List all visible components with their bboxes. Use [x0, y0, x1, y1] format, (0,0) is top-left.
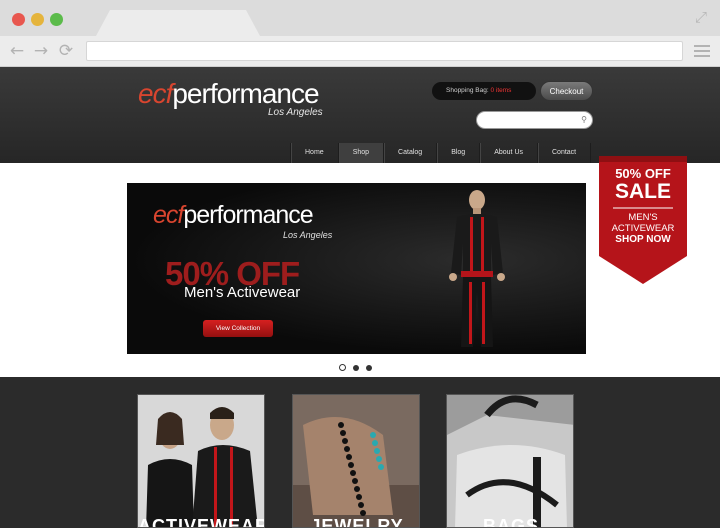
search-icon[interactable]: ⚲ [581, 115, 587, 124]
model-image [449, 190, 505, 347]
brand-name: performance [172, 78, 319, 109]
address-bar[interactable] [86, 41, 683, 61]
site-header: ecfperformance Los Angeles Shopping Bag:… [0, 67, 720, 163]
nav-item-blog[interactable]: Blog [436, 143, 479, 163]
bag-count: 0 items [490, 87, 512, 94]
bag-label: Shopping Bag: [446, 87, 489, 94]
nav-item-contact[interactable]: Contact [537, 143, 592, 163]
slider-location: Los Angeles [283, 230, 333, 240]
ribbon-shop-now[interactable]: SHOP NOW [599, 234, 687, 245]
search-input[interactable]: ⚲ [476, 111, 593, 129]
nav-item-shop[interactable]: Shop [337, 143, 384, 163]
nav-item-home[interactable]: Home [290, 143, 338, 163]
slider-subhead: Men's Activewear [184, 284, 301, 301]
slider-dot-2[interactable] [353, 365, 359, 371]
forward-arrow-icon[interactable]: → [32, 41, 50, 61]
slider-brand-name: performance [183, 201, 313, 229]
reload-icon[interactable]: ⟳ [57, 41, 75, 61]
back-arrow-icon[interactable]: ← [8, 41, 26, 61]
hero-slider[interactable]: ecfperformance Los Angeles 50% OFF Men's… [127, 183, 586, 354]
nav-item-catalog[interactable]: Catalog [383, 143, 436, 163]
category-label: BAGS [482, 516, 539, 528]
fullscreen-icon[interactable]: ⤢ [692, 9, 710, 27]
close-window-icon[interactable] [12, 13, 25, 26]
ribbon-mens: MEN'S [628, 212, 658, 223]
browser-toolbar: ← → ⟳ [0, 36, 720, 67]
slider-logo: ecfperformance [153, 201, 314, 230]
nav-item-about-us[interactable]: About Us [479, 143, 537, 163]
browser-titlebar: ⤢ [0, 0, 720, 36]
ribbon-line-2: SALE [614, 180, 671, 203]
ribbon-line-1: 50% OFF [615, 166, 671, 181]
checkout-button[interactable]: Checkout [540, 81, 593, 101]
bags-image [447, 395, 573, 527]
category-label: JEWELRY [310, 516, 404, 528]
category-card-activewear[interactable]: ACTIVEWEAR [137, 394, 265, 528]
minimize-window-icon[interactable] [31, 13, 44, 26]
main-nav: Home Shop Catalog Blog About Us Contact [290, 143, 592, 163]
browser-tab[interactable] [96, 10, 260, 36]
category-card-jewelry[interactable]: JEWELRY [292, 394, 420, 528]
jewelry-image [293, 395, 419, 527]
sale-ribbon[interactable]: 50% OFF SALE MEN'S ACTIVEWEAR SHOP NOW [599, 156, 687, 284]
view-collection-button[interactable]: View Collection [203, 320, 273, 337]
ribbon-activewear: ACTIVEWEAR [611, 223, 675, 234]
brand-logo[interactable]: ecfperformance [138, 78, 320, 109]
shopping-bag-status[interactable]: Shopping Bag: 0 items [432, 82, 536, 100]
slider-pagination [339, 364, 372, 371]
activewear-image [138, 395, 264, 527]
slider-brand-prefix: ecf [153, 201, 184, 229]
category-label: ACTIVEWEAR [138, 516, 265, 528]
hamburger-menu-icon[interactable] [694, 45, 710, 57]
brand-location: Los Angeles [268, 107, 323, 118]
ribbon-line-3: MEN'S ACTIVEWEAR [599, 212, 687, 234]
slider-dot-1[interactable] [339, 364, 346, 371]
slider-dot-3[interactable] [366, 365, 372, 371]
maximize-window-icon[interactable] [50, 13, 63, 26]
category-card-bags[interactable]: BAGS [446, 394, 574, 528]
brand-prefix: ecf [138, 78, 173, 109]
